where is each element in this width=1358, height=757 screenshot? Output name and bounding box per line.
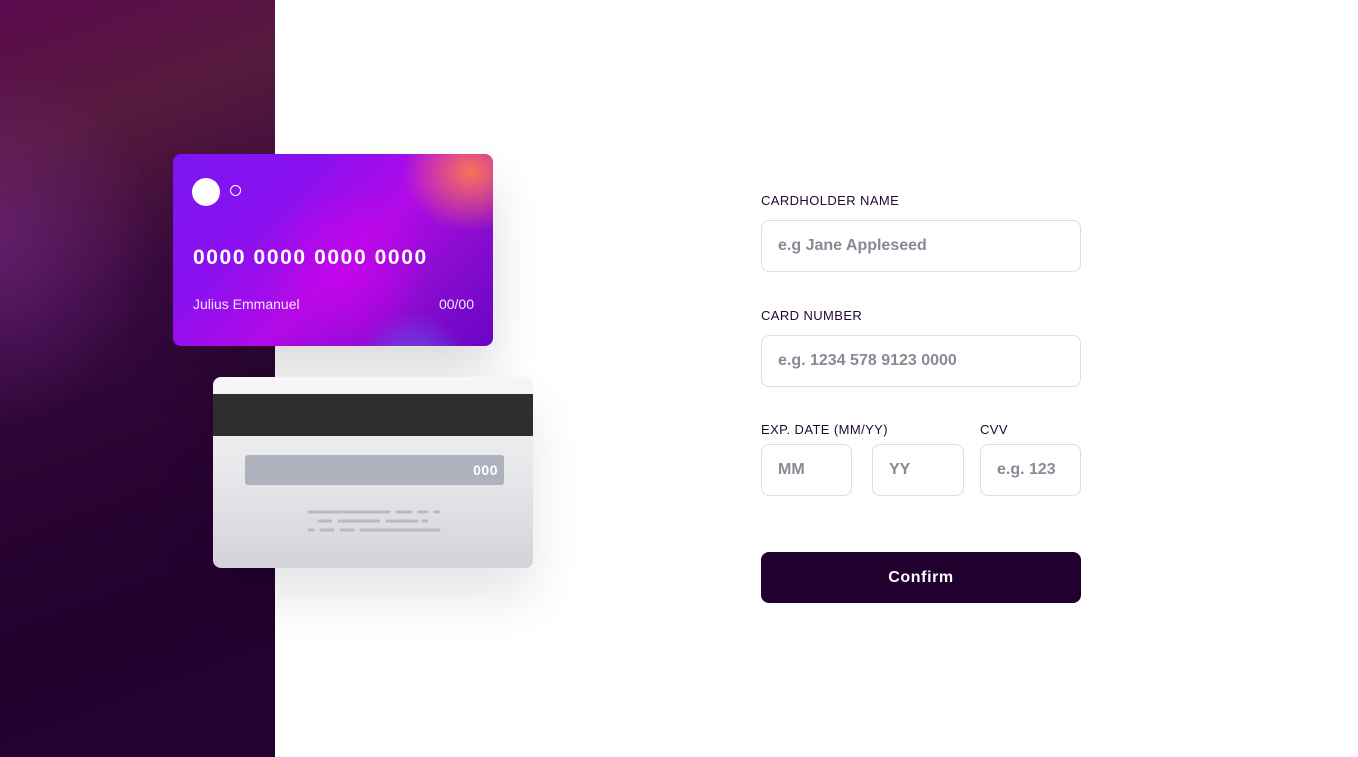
signature-strip: 000 [245, 455, 504, 485]
card-logo-filled-circle-icon [192, 178, 220, 206]
cvv-input[interactable] [980, 444, 1081, 496]
expiry-date-label: EXP. DATE (MM/YY) [761, 422, 888, 437]
card-number-group: CARD NUMBER [761, 308, 1081, 387]
expiry-year-input[interactable] [872, 444, 964, 496]
card-number-label: CARD NUMBER [761, 308, 863, 323]
cardholder-name-display: Julius Emmanuel [193, 296, 300, 312]
cardholder-name-label: CARDHOLDER NAME [761, 193, 900, 208]
cardholder-name-group: CARDHOLDER NAME [761, 193, 1081, 272]
cvv-label: CVV [980, 422, 1008, 437]
card-logo-outline-circle-icon [230, 185, 241, 196]
card-cvv-display: 000 [473, 462, 498, 478]
magnetic-strip [213, 394, 533, 436]
card-number-display: 0000 0000 0000 0000 [193, 246, 428, 269]
card-number-input[interactable] [761, 335, 1081, 387]
card-front-preview: 0000 0000 0000 0000 Julius Emmanuel 00/0… [173, 154, 493, 346]
cardholder-name-input[interactable] [761, 220, 1081, 272]
expiry-month-input[interactable] [761, 444, 852, 496]
card-expiry-display: 00/00 [438, 296, 474, 312]
card-details-page: 0000 0000 0000 0000 Julius Emmanuel 00/0… [0, 0, 1358, 757]
confirm-button[interactable]: Confirm [761, 552, 1081, 603]
card-back-fine-print-lines [307, 510, 441, 532]
card-back-preview: 000 [213, 377, 533, 568]
